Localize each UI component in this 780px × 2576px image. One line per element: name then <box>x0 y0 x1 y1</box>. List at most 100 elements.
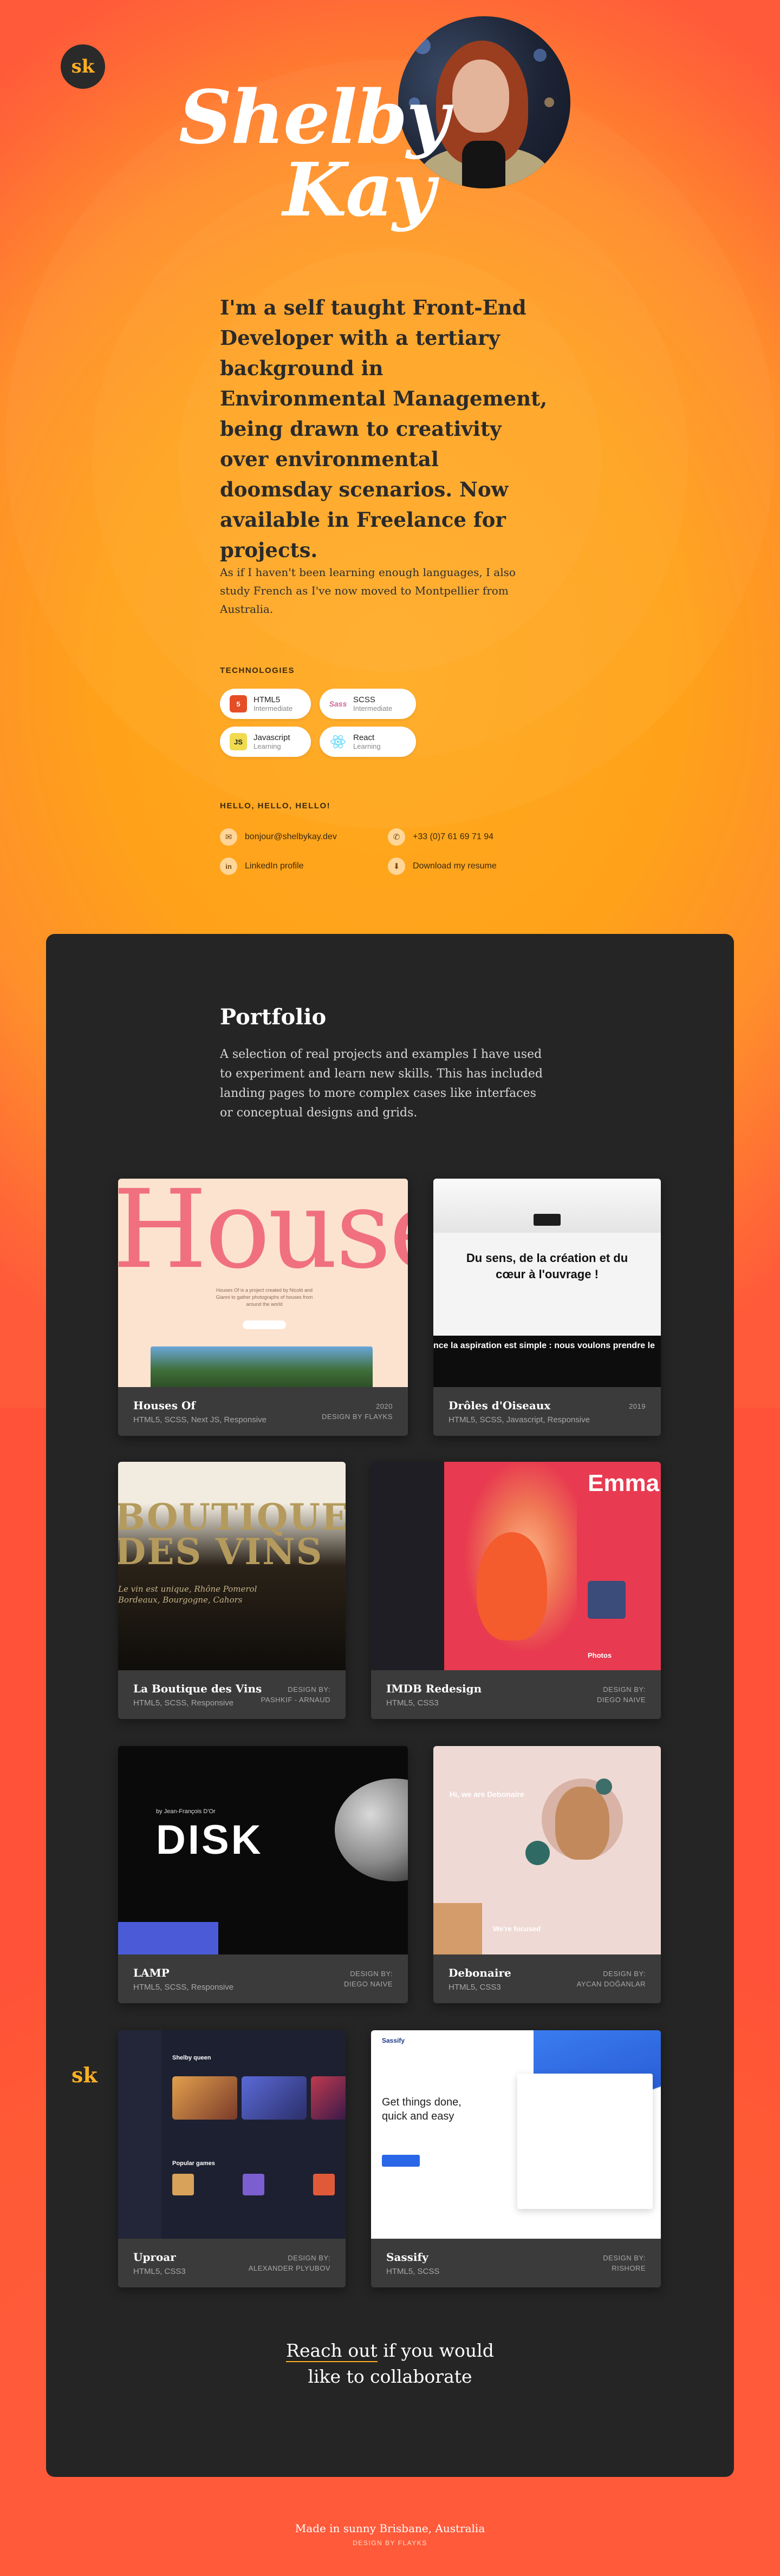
project-card-lamp[interactable]: by Jean-François D'Or DISK LAMP HTML5, S… <box>118 1746 408 2003</box>
tech-level: Intermediate <box>253 704 293 712</box>
project-card-droles-d-oiseaux[interactable]: Du sens, de la création et du cœur à l'o… <box>433 1179 661 1436</box>
linkedin-link[interactable]: in LinkedIn profile <box>220 858 388 875</box>
project-title: Drôles d'Oiseaux <box>448 1399 551 1412</box>
tech-name: HTML5 <box>253 695 281 704</box>
project-thumbnail: Emma Photos <box>371 1462 661 1670</box>
project-designer: AYCAN DOĞANLAR <box>576 1980 646 1988</box>
project-info: Sassify HTML5, SCSS DESIGN BY: RISHORE <box>371 2239 661 2287</box>
project-tech: HTML5, SCSS, Javascript, Responsive <box>448 1415 590 1424</box>
thumb-caption: Photos <box>588 1651 612 1659</box>
thumb-caption: Popular games <box>172 2160 215 2167</box>
project-card-uproar[interactable]: Shelby queen Popular games Uproar HTML5,… <box>118 2030 346 2287</box>
thumb-headline: Emma <box>588 1470 660 1496</box>
project-meta: DESIGN BY: ALEXANDER PLYUBOV <box>249 2253 330 2273</box>
project-thumbnail: House Houses Of is a project created by … <box>118 1179 408 1387</box>
cta-text: if you would <box>377 2340 494 2361</box>
resume-download-link[interactable]: ⬇ Download my resume <box>388 858 523 875</box>
reach-out-link[interactable]: Reach out <box>286 2340 378 2362</box>
project-designer: DIEGO NAIVE <box>343 1980 393 1988</box>
hero-intro: I'm a self taught Front-End Developer wi… <box>220 296 548 562</box>
tech-name: Javascript <box>253 733 290 742</box>
project-year: 2020 <box>376 1402 393 1410</box>
contact-list: ✉ bonjour@shelbykay.dev ✆ +33 (0)7 61 69 7… <box>220 828 523 875</box>
project-thumbnail: Hi, we are Debonaire We're focused <box>433 1746 661 1954</box>
project-year: 2019 <box>629 1402 646 1410</box>
project-meta: DESIGN BY: RISHORE <box>603 2253 646 2273</box>
thumb-headline: House <box>118 1179 408 1293</box>
project-card-sassify[interactable]: Sassify Get things done, quick and easy … <box>371 2030 661 2287</box>
project-info: Uproar HTML5, CSS3 DESIGN BY: ALEXANDER P… <box>118 2239 346 2287</box>
portfolio-description: A selection of real projects and example… <box>220 1048 543 1120</box>
sass-icon: Sass <box>329 699 347 708</box>
thumb-headline: DISK <box>156 1817 263 1863</box>
project-card-houses-of[interactable]: House Houses Of is a project created by … <box>118 1179 408 1436</box>
logo[interactable]: sk <box>61 44 105 89</box>
project-meta: 2019 <box>629 1401 646 1411</box>
thumb-headline: BOUTIQUE DES VINS <box>118 1496 346 1573</box>
tech-level: Intermediate <box>353 704 393 712</box>
email-link[interactable]: ✉ bonjour@shelbykay.dev <box>220 828 388 846</box>
project-design-label: DESIGN BY: <box>603 2254 646 2262</box>
tech-html5: 5 HTML5 Intermediate <box>220 689 311 719</box>
project-info: Houses Of HTML5, SCSS, Next JS, Responsi… <box>118 1387 408 1436</box>
footer-location: Made in sunny Brisbane, Australia <box>295 2522 485 2535</box>
project-meta: 2020 DESIGN BY FLAYKS <box>322 1401 393 1422</box>
resume-text: Download my resume <box>413 861 497 871</box>
project-card-la-boutique-des-vins[interactable]: BOUTIQUE DES VINS Le vin est unique, Rhô… <box>118 1462 346 1719</box>
tech-react: React Learning <box>320 727 416 757</box>
tech-name: SCSS <box>353 695 375 704</box>
project-designer: RISHORE <box>612 2264 646 2272</box>
thumb-headline: Shelby queen <box>172 2055 211 2061</box>
tech-scss: Sass SCSS Intermediate <box>320 689 416 719</box>
thumb-caption: Houses Of is a project created by Nicolò… <box>216 1287 313 1307</box>
hero-subintro: As if I haven't been learning enough lan… <box>220 566 516 616</box>
thumb-headline: Get things done, quick and easy <box>382 2096 461 2122</box>
project-designer: DIEGO NAIVE <box>596 1696 646 1704</box>
project-meta: DESIGN BY: DIEGO NAIVE <box>597 1684 646 1705</box>
contact-label: HELLO, HELLO, HELLO! <box>220 801 331 810</box>
tech-level: Learning <box>253 742 281 750</box>
tech-javascript: JS Javascript Learning <box>220 727 311 757</box>
project-info: Drôles d'Oiseaux HTML5, SCSS, Javascript… <box>433 1387 661 1436</box>
hero-name: Shelby Kay <box>179 81 450 233</box>
side-logo[interactable]: sk <box>72 2063 98 2087</box>
project-meta: DESIGN BY: PASHKIF - ARNAUD <box>261 1684 330 1705</box>
project-thumbnail: Sassify Get things done, quick and easy <box>371 2030 661 2239</box>
project-thumbnail: Shelby queen Popular games <box>118 2030 346 2239</box>
project-design-label: DESIGN BY: <box>288 1685 330 1694</box>
project-info: LAMP HTML5, SCSS, Responsive DESIGN BY: D… <box>118 1954 408 2003</box>
hero-name-last: Kay <box>283 147 435 233</box>
thumb-headline: Hi, we are Debonaire <box>450 1790 524 1799</box>
project-designer: ALEXANDER PLYUBOV <box>248 2264 330 2272</box>
footer-design-credit: DESIGN BY FLAYKS <box>353 2539 427 2547</box>
project-design-label: DESIGN BY: <box>603 1685 646 1694</box>
portfolio-title: Portfolio <box>220 1004 327 1030</box>
thumb-caption: Le vin est unique, Rhône Pomerol Bordeau… <box>118 1584 257 1605</box>
thumb-caption: Sassify <box>382 2037 405 2044</box>
thumb-headline: Du sens, de la création et du cœur à l'o… <box>466 1251 628 1281</box>
project-meta: DESIGN BY: AYCAN DOĞANLAR <box>577 1969 646 1989</box>
collaborate-cta: Reach out if you would like to collabora… <box>282 2338 498 2390</box>
tech-level: Learning <box>353 742 381 750</box>
project-meta: DESIGN BY: DIEGO NAIVE <box>344 1969 393 1989</box>
react-icon <box>329 733 347 750</box>
project-designer: PASHKIF - ARNAUD <box>261 1696 330 1704</box>
technologies-label: TECHNOLOGIES <box>220 666 295 675</box>
project-card-imdb-redesign[interactable]: Emma Photos IMDB Redesign HTML5, CSS3 DE… <box>371 1462 661 1719</box>
project-info: Debonaire HTML5, CSS3 DESIGN BY: AYCAN DO… <box>433 1954 661 2003</box>
phone-link[interactable]: ✆ +33 (0)7 61 69 71 94 <box>388 828 523 846</box>
project-info: IMDB Redesign HTML5, CSS3 DESIGN BY: DIEG… <box>371 1670 661 1719</box>
thumb-caption: We're focused <box>493 1925 541 1933</box>
linkedin-icon: in <box>220 858 237 875</box>
linkedin-text: LinkedIn profile <box>245 861 304 871</box>
phone-text: +33 (0)7 61 69 71 94 <box>413 832 494 841</box>
technologies-list: 5 HTML5 Intermediate Sass SCSS Intermediat… <box>220 689 426 757</box>
project-design-label: DESIGN BY: <box>288 2254 330 2262</box>
project-designer: DESIGN BY FLAYKS <box>321 1413 393 1421</box>
thumb-caption: by Jean-François D'Or <box>156 1808 216 1815</box>
email-text: bonjour@shelbykay.dev <box>245 832 337 841</box>
project-card-debonaire[interactable]: Hi, we are Debonaire We're focused Debon… <box>433 1746 661 2003</box>
project-info: La Boutique des Vins HTML5, SCSS, Respon… <box>118 1670 346 1719</box>
email-icon: ✉ <box>220 828 237 846</box>
javascript-icon: JS <box>230 733 247 750</box>
